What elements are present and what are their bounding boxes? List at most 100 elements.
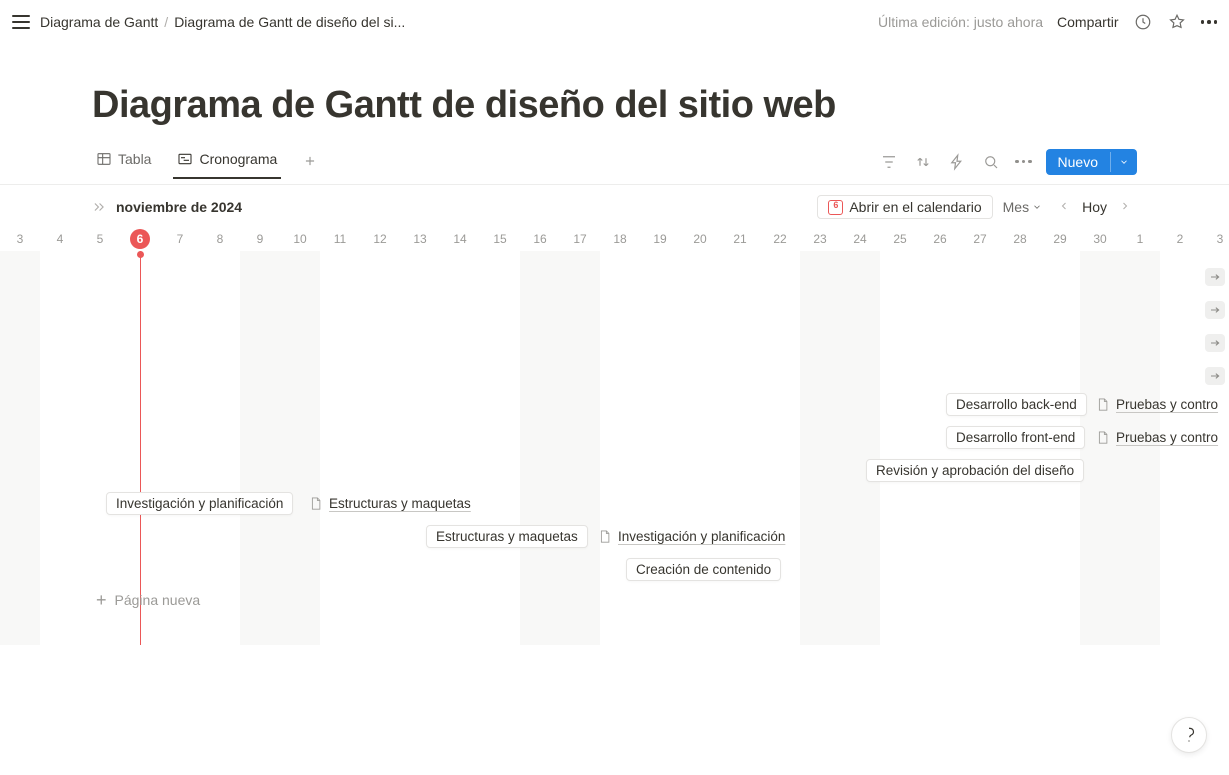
next-period-button[interactable] — [1113, 195, 1137, 219]
timeline-task[interactable]: Estructuras y maquetas — [426, 525, 588, 548]
new-page-label: Página nueva — [115, 592, 201, 608]
offscreen-arrow-icon[interactable] — [1205, 334, 1225, 352]
timeline-column — [760, 251, 800, 645]
menu-toggle[interactable] — [12, 13, 30, 31]
day-header-cell: 14 — [440, 232, 480, 246]
timeline-task[interactable]: Estructuras y maquetas — [308, 492, 471, 515]
timeline-column — [680, 251, 720, 645]
timeline-column — [440, 251, 480, 645]
search-icon[interactable] — [981, 152, 1001, 172]
day-header-cell: 26 — [920, 232, 960, 246]
tab-timeline[interactable]: Cronograma — [173, 151, 281, 179]
day-header-cell: 9 — [240, 232, 280, 246]
page-icon — [1095, 396, 1110, 413]
day-header-cell: 24 — [840, 232, 880, 246]
share-button[interactable]: Compartir — [1057, 14, 1118, 30]
sort-icon[interactable] — [913, 152, 933, 172]
view-granularity-select[interactable]: Mes — [1003, 199, 1042, 215]
day-header-cell: 7 — [160, 232, 200, 246]
task-label: Creación de contenido — [636, 562, 771, 577]
timeline-task[interactable]: Desarrollo back-end — [946, 393, 1087, 416]
day-header-cell: 13 — [400, 232, 440, 246]
open-calendar-button[interactable]: Abrir en el calendario — [817, 195, 992, 219]
filter-icon[interactable] — [879, 152, 899, 172]
timeline-task[interactable]: Creación de contenido — [626, 558, 781, 581]
offscreen-arrow-icon[interactable] — [1205, 301, 1225, 319]
task-label: Investigación y planificación — [618, 529, 785, 544]
day-header-cell: 12 — [360, 232, 400, 246]
add-view-button[interactable] — [299, 150, 321, 172]
today-marker-line — [140, 251, 141, 645]
breadcrumb: Diagrama de Gantt / Diagrama de Gantt de… — [40, 14, 405, 30]
day-header-cell: 30 — [1080, 232, 1120, 246]
month-label: noviembre de 2024 — [116, 199, 242, 215]
task-label: Investigación y planificación — [116, 496, 283, 511]
timeline-body[interactable]: Desarrollo back-end Pruebas y contro Desar… — [0, 251, 1229, 645]
timeline-task[interactable]: Revisión y aprobación del diseño — [866, 459, 1084, 482]
new-button[interactable]: Nuevo — [1046, 149, 1137, 175]
day-header-cell: 11 — [320, 232, 360, 246]
day-header-cell: 4 — [40, 232, 80, 246]
timeline-column — [880, 251, 920, 645]
timeline-column — [520, 251, 560, 645]
open-calendar-label: Abrir en el calendario — [849, 199, 981, 215]
timeline-task[interactable]: Investigación y planificación — [106, 492, 293, 515]
timeline-days-header: 3456789101112131415161718192021222324252… — [0, 227, 1229, 251]
timeline-task[interactable]: Desarrollo front-end — [946, 426, 1085, 449]
day-header-cell: 3 — [0, 232, 40, 246]
updates-icon[interactable] — [1133, 12, 1153, 32]
page-icon — [1095, 429, 1110, 446]
view-granularity-label: Mes — [1003, 199, 1029, 215]
timeline-column — [320, 251, 360, 645]
day-header-cell: 1 — [1120, 232, 1160, 246]
timeline-column — [360, 251, 400, 645]
timeline-column — [80, 251, 120, 645]
prev-period-button[interactable] — [1052, 195, 1076, 219]
timeline-column — [200, 251, 240, 645]
timeline-column — [560, 251, 600, 645]
day-header-cell: 25 — [880, 232, 920, 246]
offscreen-arrow-icon[interactable] — [1205, 268, 1225, 286]
day-header-cell: 15 — [480, 232, 520, 246]
expand-sidebar-icon[interactable] — [92, 200, 106, 214]
page-icon — [597, 528, 612, 545]
timeline-column — [840, 251, 880, 645]
page-title[interactable]: Diagrama de Gantt de diseño del sitio we… — [0, 44, 1229, 145]
day-header-cell: 23 — [800, 232, 840, 246]
task-label: Estructuras y maquetas — [329, 496, 471, 511]
offscreen-arrow-icon[interactable] — [1205, 367, 1225, 385]
timeline-task[interactable]: Pruebas y contro — [1095, 426, 1218, 449]
timeline-column — [240, 251, 280, 645]
day-header-cell: 17 — [560, 232, 600, 246]
day-header-cell: 3 — [1200, 232, 1229, 246]
timeline-column — [800, 251, 840, 645]
timeline-icon — [177, 151, 193, 167]
new-button-label: Nuevo — [1046, 149, 1110, 175]
new-page-button[interactable]: + Página nueva — [96, 591, 200, 609]
day-header-cell: 6 — [120, 229, 160, 249]
breadcrumb-root[interactable]: Diagrama de Gantt — [40, 14, 158, 30]
task-label: Pruebas y contro — [1116, 397, 1218, 412]
breadcrumb-current[interactable]: Diagrama de Gantt de diseño del si... — [174, 14, 405, 30]
tab-label: Tabla — [118, 151, 151, 167]
timeline-column — [640, 251, 680, 645]
tab-table[interactable]: Tabla — [92, 151, 155, 179]
day-header-cell: 28 — [1000, 232, 1040, 246]
view-options-icon[interactable] — [1015, 160, 1032, 164]
timeline-task[interactable]: Investigación y planificación — [597, 525, 785, 548]
help-fab[interactable] — [1171, 717, 1207, 753]
day-header-cell: 10 — [280, 232, 320, 246]
timeline-column — [160, 251, 200, 645]
favorite-star-icon[interactable] — [1167, 12, 1187, 32]
day-header-cell: 27 — [960, 232, 1000, 246]
today-button[interactable]: Hoy — [1076, 199, 1113, 215]
day-header-cell: 21 — [720, 232, 760, 246]
timeline-task[interactable]: Pruebas y contro — [1095, 393, 1218, 416]
calendar-icon — [828, 200, 843, 215]
new-button-dropdown[interactable] — [1110, 152, 1137, 172]
plus-icon: + — [96, 591, 107, 609]
day-header-cell: 22 — [760, 232, 800, 246]
task-label: Estructuras y maquetas — [436, 529, 578, 544]
automations-icon[interactable] — [947, 152, 967, 172]
more-options-icon[interactable] — [1201, 20, 1218, 24]
